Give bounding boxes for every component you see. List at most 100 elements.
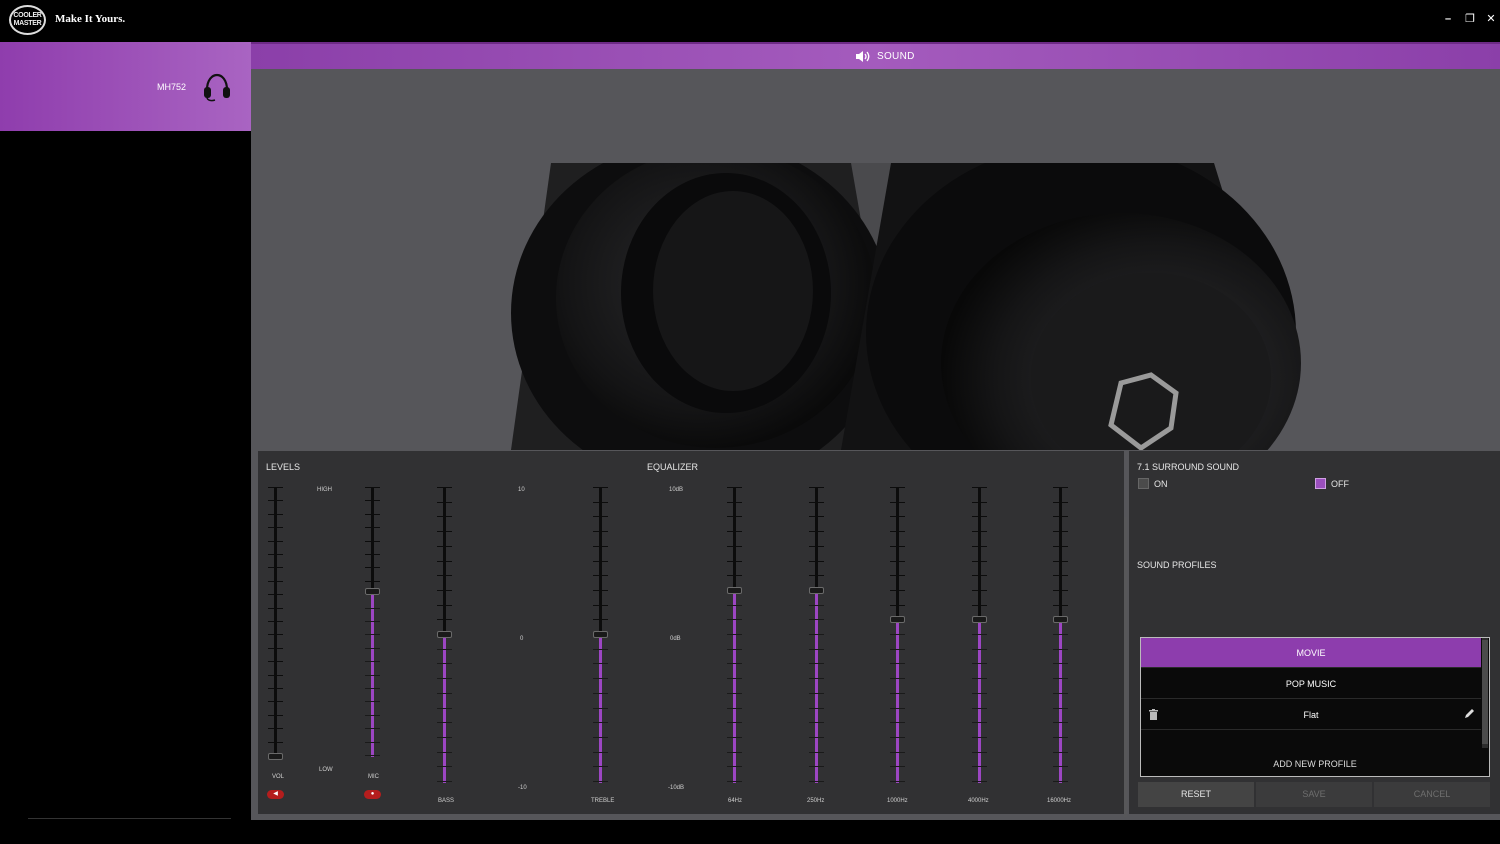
eq-250hz-slider-tick: [809, 722, 824, 723]
eq-4000hz-slider-tick: [972, 575, 987, 576]
eq-250hz-slider-tick: [809, 649, 824, 650]
eq-16000hz-slider[interactable]: [1051, 487, 1071, 783]
close-button[interactable]: ✕: [1484, 12, 1498, 26]
profile-item-flat[interactable]: Flat: [1141, 700, 1481, 730]
eq-16000hz-slider-tick: [1053, 575, 1068, 576]
surround-profiles-panel: 7.1 SURROUND SOUND ON OFF SOUND PROFILES…: [1129, 451, 1500, 814]
vol-slider-tick: [268, 527, 283, 528]
treble-slider[interactable]: [591, 487, 611, 783]
eq-64hz-slider-tick: [727, 663, 742, 664]
treble-slider-tick: [593, 708, 608, 709]
minimize-button[interactable]: –: [1441, 12, 1455, 26]
eq-1000hz-slider-tick: [890, 516, 905, 517]
mic-mute-button[interactable]: ●: [364, 790, 381, 799]
surround-on-label: ON: [1154, 479, 1168, 489]
treble-slider-tick: [593, 693, 608, 694]
mic-slider-tick: [365, 755, 380, 756]
eq-16000hz-slider-tick: [1053, 678, 1068, 679]
profile-item-movie[interactable]: MOVIE: [1141, 638, 1481, 668]
vol-slider-tick: [268, 715, 283, 716]
eq-64hz-slider-tick: [727, 619, 742, 620]
vol-slider-tick: [268, 675, 283, 676]
vol-mute-button[interactable]: ◀: [267, 790, 284, 799]
bass-slider-tick: [437, 531, 452, 532]
eq-64hz-slider-tick: [727, 634, 742, 635]
bass-slider-tick: [437, 693, 452, 694]
eq-250hz-slider-tick: [809, 531, 824, 532]
eq-16000hz-slider-tick: [1053, 708, 1068, 709]
eq-1000hz-slider[interactable]: [888, 487, 908, 783]
bass-slider-handle[interactable]: [437, 631, 452, 638]
eq-250hz-slider-tick: [809, 516, 824, 517]
eq-1000hz-slider-tick: [890, 649, 905, 650]
eq-4000hz-slider-tick: [972, 487, 987, 488]
eq-16000hz-slider-tick: [1053, 649, 1068, 650]
treble-slider-tick: [593, 575, 608, 576]
bass-slider-fill: [443, 635, 446, 783]
save-button[interactable]: SAVE: [1256, 782, 1372, 807]
logo-line-2: MASTER: [13, 20, 42, 27]
eq-16000hz-slider-handle[interactable]: [1053, 616, 1068, 623]
vol-slider-handle[interactable]: [268, 753, 283, 760]
eq-250hz-slider-tick: [809, 546, 824, 547]
eq-1000hz-slider-tick: [890, 708, 905, 709]
surround-on-checkbox[interactable]: [1138, 478, 1149, 489]
eq-64hz-label: 64Hz: [728, 798, 743, 804]
band-scale-mid: 0dB: [670, 636, 681, 642]
eq-1000hz-slider-tick: [890, 766, 905, 767]
eq-64hz-slider-tick: [727, 531, 742, 532]
main-content: SOUND LEVELS EQUALIZER HIGH LOW 10 0 -10…: [251, 42, 1500, 820]
mic-slider-tick: [365, 728, 380, 729]
eq-4000hz-slider-tick: [972, 649, 987, 650]
eq-64hz-slider-tick: [727, 708, 742, 709]
eq-1000hz-slider-tick: [890, 546, 905, 547]
eq-250hz-slider-handle[interactable]: [809, 587, 824, 594]
eq-4000hz-slider[interactable]: [970, 487, 990, 783]
eq-250hz-slider-tick: [809, 502, 824, 503]
eq-4000hz-slider-tick: [972, 561, 987, 562]
treble-slider-tick: [593, 590, 608, 591]
eq-64hz-slider-tick: [727, 487, 742, 488]
device-card-mh752[interactable]: MH752: [0, 42, 251, 131]
profile-item-pop-music[interactable]: POP MUSIC: [1141, 669, 1481, 699]
mic-slider[interactable]: [363, 487, 383, 757]
vol-slider-tick: [268, 581, 283, 582]
vol-slider-tick: [268, 594, 283, 595]
edit-pencil-icon[interactable]: [1464, 708, 1475, 719]
vol-slider-tick: [268, 514, 283, 515]
mic-slider-tick: [365, 541, 380, 542]
profile-flat-label: Flat: [1303, 710, 1319, 720]
eq-1000hz-slider-handle[interactable]: [890, 616, 905, 623]
profile-list-scroll-thumb[interactable]: [1482, 640, 1488, 744]
treble-slider-tick: [593, 678, 608, 679]
surround-off-label: OFF: [1331, 479, 1349, 489]
eq-250hz-slider[interactable]: [807, 487, 827, 783]
vol-slider[interactable]: [266, 487, 286, 760]
reset-button[interactable]: RESET: [1138, 782, 1254, 807]
add-new-profile-button[interactable]: ADD NEW PROFILE: [1141, 751, 1489, 777]
bass-slider[interactable]: [435, 487, 455, 783]
trash-icon[interactable]: [1149, 709, 1158, 720]
eq-250hz-label: 250Hz: [807, 798, 825, 804]
eq-4000hz-slider-tick: [972, 663, 987, 664]
eq-1000hz-slider-tick: [890, 487, 905, 488]
cooler-master-logo: COOLER MASTER: [9, 5, 46, 35]
eq-250hz-slider-tick: [809, 575, 824, 576]
eq-64hz-slider[interactable]: [725, 487, 745, 783]
eq-4000hz-slider-handle[interactable]: [972, 616, 987, 623]
cancel-button[interactable]: CANCEL: [1374, 782, 1490, 807]
restore-button[interactable]: ❐: [1463, 12, 1477, 26]
mic-slider-tick: [365, 608, 380, 609]
section-header: SOUND: [251, 42, 1500, 69]
eq-1000hz-slider-tick: [890, 531, 905, 532]
bt-scale-bottom: -10: [518, 785, 527, 791]
bass-label: BASS: [438, 798, 455, 804]
surround-off-checkbox[interactable]: [1315, 478, 1326, 489]
band-scale-top: 10dB: [669, 487, 684, 493]
mic-slider-tick: [365, 742, 380, 743]
mic-slider-handle[interactable]: [365, 588, 380, 595]
eq-64hz-slider-handle[interactable]: [727, 587, 742, 594]
treble-slider-tick: [593, 752, 608, 753]
treble-slider-handle[interactable]: [593, 631, 608, 638]
eq-64hz-slider-tick: [727, 752, 742, 753]
